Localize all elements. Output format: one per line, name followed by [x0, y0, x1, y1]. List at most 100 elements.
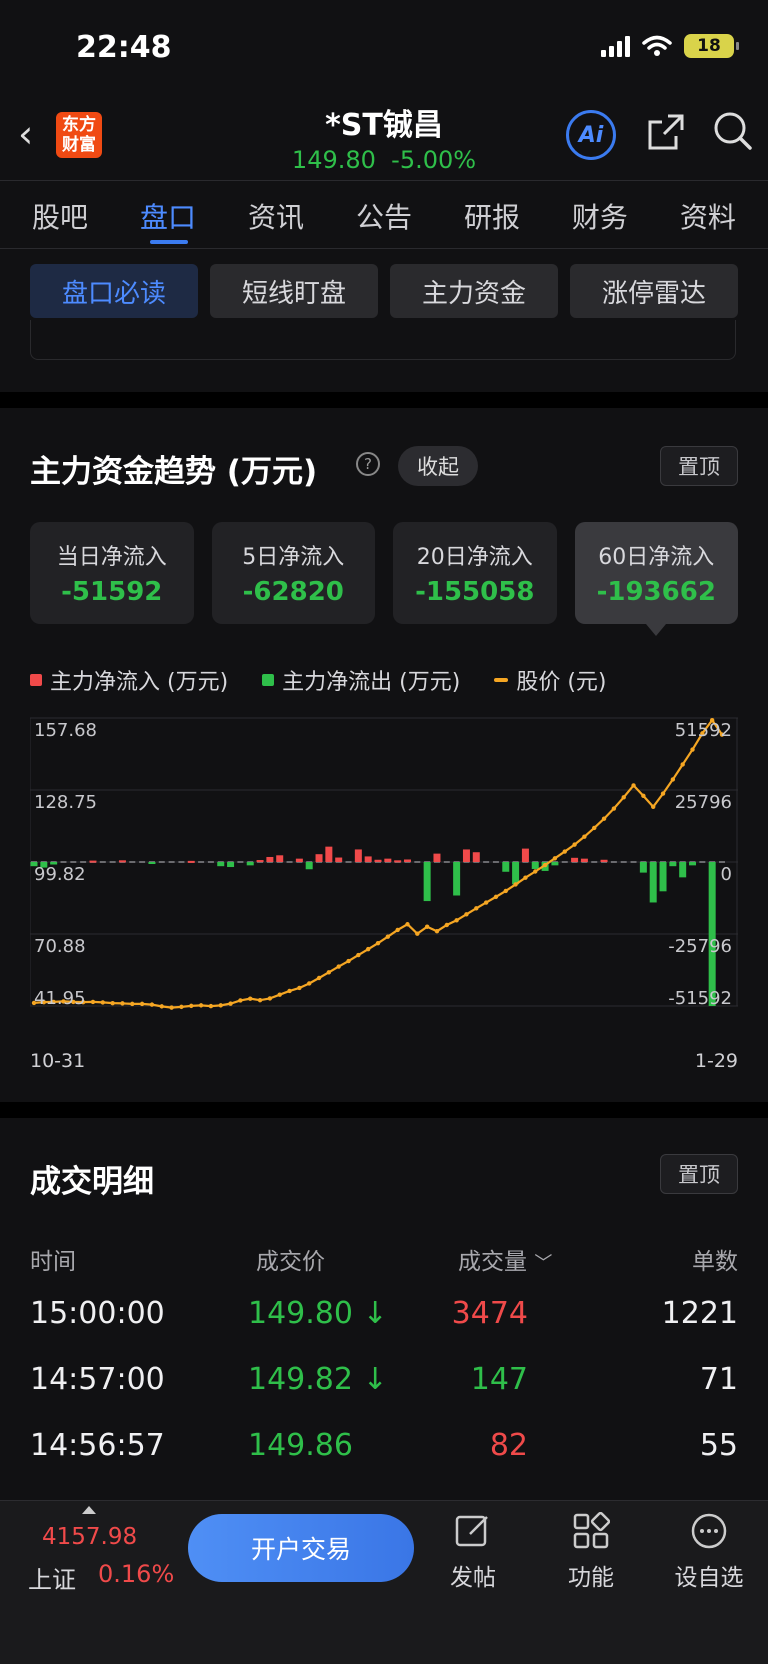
price-point [651, 804, 656, 809]
baseline-tick [345, 861, 352, 863]
nav-functions[interactable]: 功能 [536, 1512, 646, 1592]
help-icon[interactable]: ? [356, 452, 380, 476]
row-count: 55 [699, 1428, 738, 1463]
table-row: 14:56:57 149.86 82 55 [30, 1428, 738, 1494]
outflow-bar [649, 862, 657, 903]
tab-research[interactable]: 研报 [464, 196, 520, 236]
more-icon [691, 1513, 727, 1549]
tab-profile[interactable]: 资料 [680, 196, 736, 236]
index-caret-icon[interactable] [82, 1506, 96, 1514]
row-volume: 147 [470, 1362, 528, 1397]
price-point [149, 1002, 155, 1007]
flow-label: 5日净流入 [242, 545, 345, 570]
subtab-limit-radar[interactable]: 涨停雷达 [570, 264, 738, 318]
price-point [326, 970, 332, 975]
inflow-bar [325, 846, 333, 862]
share-icon[interactable] [646, 112, 686, 152]
price-point [189, 1003, 194, 1009]
status-icons: 18 [601, 34, 739, 58]
tab-finance[interactable]: 财务 [572, 196, 628, 236]
chart-legend: 主力净流入 (万元) 主力净流出 (万元) 股价 (元) [30, 664, 607, 696]
baseline-tick [168, 861, 175, 863]
subtab-main-funds[interactable]: 主力资金 [390, 264, 558, 318]
price-point [454, 918, 459, 923]
flow-card-5d[interactable]: 5日净流入 -62820 [211, 522, 375, 624]
main-tabs: 股吧 盘口 资讯 公告 研报 财务 资料 [0, 196, 768, 236]
flow-card-1d[interactable]: 当日净流入 -51592 [30, 522, 194, 624]
price-point [257, 997, 263, 1003]
stock-change: -5.00% [391, 146, 477, 174]
inflow-bar [472, 852, 480, 862]
price-point [533, 869, 538, 874]
nav-post[interactable]: 发帖 [418, 1512, 528, 1592]
tab-announcements[interactable]: 公告 [356, 196, 412, 236]
baseline-tick [699, 861, 706, 863]
outflow-bar [246, 862, 254, 866]
battery-icon: 18 [684, 34, 739, 58]
outflow-bar [512, 862, 520, 885]
baseline-tick [414, 861, 421, 863]
baseline-tick [139, 861, 146, 863]
price-point [415, 931, 420, 936]
price-point [493, 894, 499, 900]
table-row: 15:00:00 149.80 ↓ 3474 1221 [30, 1296, 738, 1362]
status-time: 22:48 [76, 30, 172, 65]
open-account-button[interactable]: 开户交易 [188, 1514, 414, 1582]
legend-outflow: 主力净流出 (万元) [262, 664, 460, 696]
subtab-must-read[interactable]: 盘口必读 [30, 264, 198, 318]
baseline-tick [198, 861, 205, 863]
tab-guba[interactable]: 股吧 [32, 196, 88, 236]
inflow-bar [521, 848, 529, 862]
search-icon[interactable] [712, 110, 754, 152]
right-axis-label: -51592 [668, 988, 732, 1009]
edit-icon [455, 1515, 488, 1547]
col-header-price: 成交价 [256, 1249, 325, 1275]
tab-news[interactable]: 资讯 [248, 196, 304, 236]
baseline-tick [561, 861, 568, 863]
flow-label: 60日净流入 [598, 545, 715, 570]
price-point [365, 946, 371, 952]
price-point [159, 1004, 164, 1009]
price-point [346, 958, 351, 964]
nav-add-watchlist[interactable]: 设自选 [654, 1512, 764, 1592]
inflow-bar [433, 853, 441, 862]
left-axis-label: 70.88 [34, 936, 86, 957]
ai-button[interactable]: Ai [566, 110, 616, 160]
pin-top-button[interactable]: 置顶 [660, 446, 738, 486]
baseline-tick [207, 861, 214, 863]
inflow-bar [462, 849, 470, 862]
baseline-tick [237, 861, 244, 863]
price-point [572, 842, 577, 847]
section-gap [0, 392, 768, 408]
row-time: 14:57:00 [30, 1362, 165, 1397]
inflow-bar [315, 854, 323, 862]
baseline-tick [99, 861, 106, 863]
price-point [287, 988, 292, 994]
outflow-bar [679, 862, 687, 878]
index-value[interactable]: 4157.98 [42, 1524, 137, 1550]
baseline-tick [620, 861, 627, 863]
col-header-volume[interactable]: 成交量 ﹀ [458, 1242, 552, 1276]
index-change[interactable]: 0.16% [98, 1560, 174, 1588]
funds-trend-title: 主力资金趋势 (万元) [30, 454, 318, 490]
subtab-short-watch[interactable]: 短线盯盘 [210, 264, 378, 318]
collapse-button[interactable]: 收起 [398, 446, 478, 486]
sub-tabs: 盘口必读 短线盯盘 主力资金 涨停雷达 [30, 264, 738, 318]
outflow-bar [689, 862, 697, 866]
left-axis-label: 99.82 [34, 864, 86, 885]
tab-pankou[interactable]: 盘口 [140, 196, 196, 236]
pin-top-button-2[interactable]: 置顶 [660, 1154, 738, 1194]
flow-card-20d[interactable]: 20日净流入 -155058 [393, 522, 557, 624]
baseline-tick [109, 861, 116, 863]
price-point [621, 795, 626, 800]
price-point [100, 1000, 106, 1005]
price-line [33, 718, 723, 1009]
price-point [375, 940, 381, 946]
funds-trend-chart[interactable]: 157.68 128.75 99.82 70.88 41.95 51592 25796 0 -2… [30, 710, 738, 1040]
index-name[interactable]: 上证 [28, 1560, 76, 1595]
inflow-bar [295, 858, 303, 862]
price-point [542, 862, 548, 868]
row-time: 14:56:57 [30, 1428, 165, 1463]
flow-card-60d[interactable]: 60日净流入 -193662 [574, 522, 738, 636]
price-point [552, 856, 558, 861]
